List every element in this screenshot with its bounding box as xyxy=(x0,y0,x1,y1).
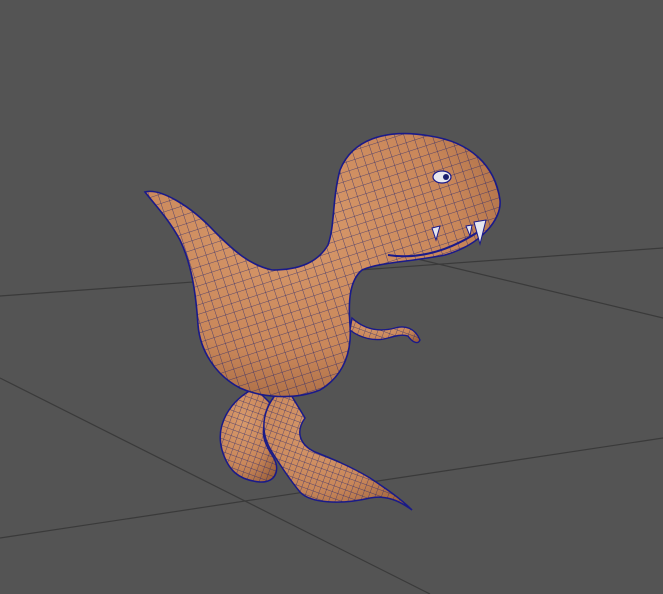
3d-viewport[interactable] xyxy=(0,0,663,594)
eye xyxy=(432,170,452,184)
front-leg xyxy=(263,383,413,511)
arm xyxy=(349,316,421,344)
dinosaur-model[interactable] xyxy=(0,0,663,594)
